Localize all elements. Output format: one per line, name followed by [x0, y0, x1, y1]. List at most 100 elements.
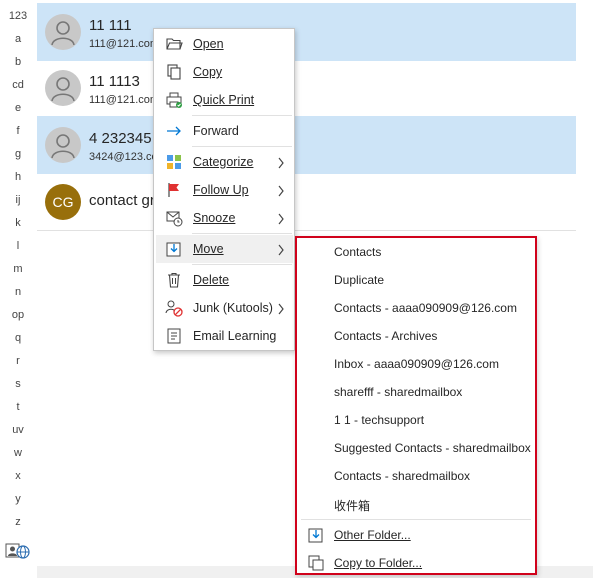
- contact-name: 4 232345: [89, 130, 152, 147]
- index-123[interactable]: 123: [0, 9, 36, 23]
- index-b[interactable]: b: [0, 55, 36, 69]
- folder-label: Contacts - sharedmailbox: [334, 469, 471, 483]
- folder-item[interactable]: Duplicate: [299, 266, 533, 294]
- folder-label: 1 1 - techsupport: [334, 413, 425, 427]
- menu-item-label: Forward: [193, 124, 239, 138]
- divider: [37, 230, 576, 231]
- menu-item-junk-kutools[interactable]: Junk (Kutools): [156, 294, 293, 322]
- menu-divider: [192, 115, 292, 116]
- junk-icon: [165, 299, 183, 317]
- menu-divider: [192, 264, 292, 265]
- menu-item-forward[interactable]: Forward: [156, 117, 293, 145]
- index-z[interactable]: z: [0, 515, 36, 529]
- contact-email: 111@121.com: [89, 94, 160, 106]
- person-avatar-icon: [45, 14, 81, 50]
- quick-print-icon: [165, 91, 183, 109]
- index-h[interactable]: h: [0, 170, 36, 184]
- folder-item[interactable]: Contacts - Archives: [299, 322, 533, 350]
- person-avatar-icon: [45, 70, 81, 106]
- menu-item-label: Categorize: [193, 155, 254, 169]
- menu-divider: [192, 233, 292, 234]
- index-x[interactable]: x: [0, 469, 36, 483]
- folder-label: sharefff - sharedmailbox: [334, 385, 463, 399]
- contact-row[interactable]: CG contact group: [37, 173, 576, 231]
- folder-item[interactable]: sharefff - sharedmailbox: [299, 378, 533, 406]
- index-a[interactable]: a: [0, 32, 36, 46]
- index-f[interactable]: f: [0, 124, 36, 138]
- other-folder-button[interactable]: Other Folder...: [299, 521, 533, 549]
- index-q[interactable]: q: [0, 331, 36, 345]
- menu-item-delete[interactable]: Delete: [156, 266, 293, 294]
- menu-item-label: Delete: [193, 273, 230, 287]
- avatar: CG: [45, 184, 81, 220]
- contact-name: 11 1113: [89, 73, 140, 90]
- folder-item[interactable]: Contacts - aaaa090909@126.com: [299, 294, 533, 322]
- menu-item-snooze[interactable]: Snooze: [156, 204, 293, 232]
- snooze-icon: [165, 209, 183, 227]
- menu-item-label: Open: [193, 37, 224, 51]
- index-cd[interactable]: cd: [0, 78, 36, 92]
- index-n[interactable]: n: [0, 285, 36, 299]
- move-icon: [165, 240, 183, 258]
- menu-item-email-learning[interactable]: Email Learning: [156, 322, 293, 350]
- index-l[interactable]: l: [0, 239, 36, 253]
- index-y[interactable]: y: [0, 492, 36, 506]
- index-uv[interactable]: uv: [0, 423, 36, 437]
- menu-item-categorize[interactable]: Categorize: [156, 148, 293, 176]
- folder-item[interactable]: Contacts: [299, 238, 533, 266]
- index-t[interactable]: t: [0, 400, 36, 414]
- chevron-right-icon: [277, 184, 285, 197]
- flag-icon: [165, 181, 183, 199]
- contact-row[interactable]: 4 232345 3424@123.com: [37, 116, 576, 174]
- chevron-right-icon: [277, 243, 285, 256]
- copy-icon: [165, 63, 183, 81]
- alphabet-index: 123 a b cd e f g h ij k l m n op q r s t…: [0, 0, 36, 578]
- index-w[interactable]: w: [0, 446, 36, 460]
- menu-item-label: Follow Up: [193, 183, 249, 197]
- folder-label: Suggested Contacts - sharedmailbox: [334, 441, 531, 455]
- submenu-divider: [301, 519, 531, 520]
- move-icon: [307, 526, 325, 544]
- folder-item[interactable]: 1 1 - techsupport: [299, 406, 533, 434]
- contact-row[interactable]: 11 111 111@121.com: [37, 3, 576, 61]
- chevron-right-icon: [277, 212, 285, 225]
- folder-label: Contacts: [334, 245, 382, 259]
- trash-icon: [165, 271, 183, 289]
- index-ij[interactable]: ij: [0, 193, 36, 207]
- index-e[interactable]: e: [0, 101, 36, 115]
- people-globe-icon[interactable]: [5, 541, 31, 559]
- index-g[interactable]: g: [0, 147, 36, 161]
- categorize-icon: [165, 153, 183, 171]
- menu-divider: [192, 146, 292, 147]
- index-r[interactable]: r: [0, 354, 36, 368]
- contact-row[interactable]: 11 1113 111@121.com: [37, 59, 576, 117]
- index-m[interactable]: m: [0, 262, 36, 276]
- menu-item-label: Move: [193, 242, 224, 256]
- menu-item-label: Copy: [193, 65, 223, 79]
- copy-to-folder-button[interactable]: Copy to Folder...: [299, 549, 533, 577]
- menu-item-move[interactable]: Move: [156, 235, 293, 263]
- folder-item[interactable]: 收件箱: [299, 490, 533, 518]
- folder-label: Contacts - aaaa090909@126.com: [334, 301, 517, 315]
- menu-item-follow-up[interactable]: Follow Up: [156, 176, 293, 204]
- move-submenu: Contacts Duplicate Contacts - aaaa090909…: [295, 236, 537, 575]
- folder-label: Inbox - aaaa090909@126.com: [334, 357, 499, 371]
- contact-name: 11 111: [89, 17, 132, 34]
- index-k[interactable]: k: [0, 216, 36, 230]
- folder-item[interactable]: Inbox - aaaa090909@126.com: [299, 350, 533, 378]
- menu-item-label: Snooze: [193, 211, 236, 225]
- contact-email: 111@121.com: [89, 38, 160, 50]
- menu-item-open[interactable]: Open: [156, 30, 293, 58]
- index-s[interactable]: s: [0, 377, 36, 391]
- menu-item-quick-print[interactable]: Quick Print: [156, 86, 293, 114]
- chevron-right-icon: [277, 302, 285, 315]
- copy-to-folder-label: Copy to Folder...: [334, 556, 423, 570]
- folder-label: 收件箱: [334, 499, 371, 513]
- folder-item[interactable]: Suggested Contacts - sharedmailbox: [299, 434, 533, 462]
- menu-item-copy[interactable]: Copy: [156, 58, 293, 86]
- context-menu: Open Copy Quick Print Forward Categorize…: [153, 28, 295, 351]
- index-op[interactable]: op: [0, 308, 36, 322]
- folder-label: Contacts - Archives: [334, 329, 438, 343]
- menu-item-label: Junk (Kutools): [193, 301, 273, 315]
- folder-item[interactable]: Contacts - sharedmailbox: [299, 462, 533, 490]
